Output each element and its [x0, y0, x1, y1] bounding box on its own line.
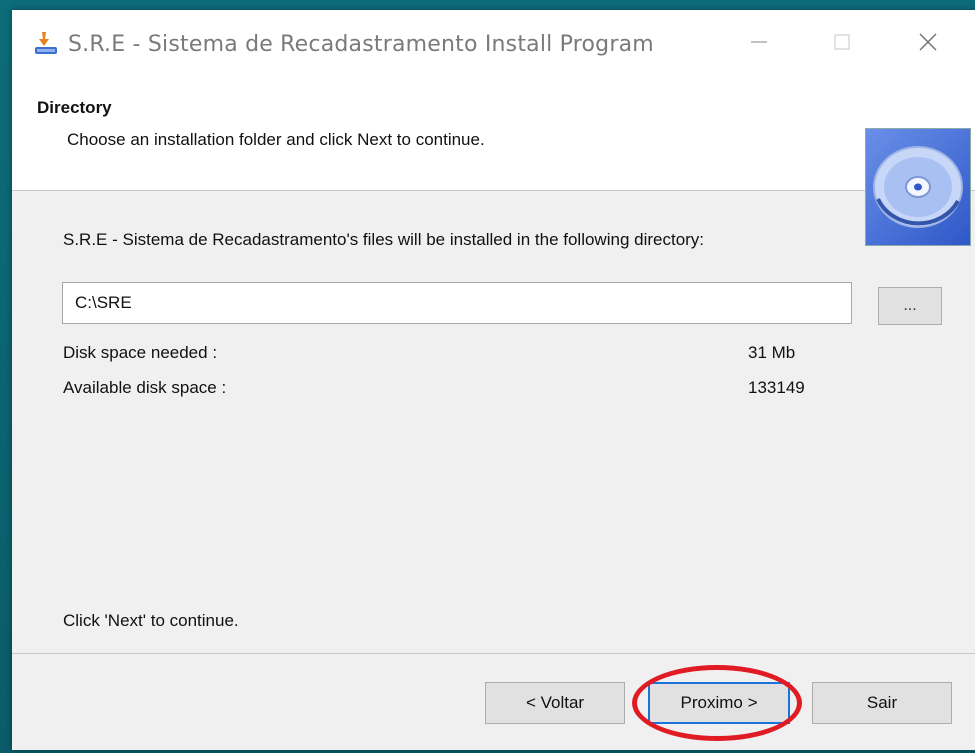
maximize-icon: [834, 34, 850, 50]
disk-needed-value: 31 Mb: [748, 343, 796, 362]
browse-button[interactable]: ...: [878, 287, 942, 325]
page-subtitle: Choose an installation folder and click …: [67, 130, 485, 149]
footer-divider: [12, 653, 975, 654]
minimize-icon: [751, 41, 767, 43]
footer-hint: Click 'Next' to continue.: [63, 611, 239, 630]
close-icon: [919, 33, 937, 51]
next-button[interactable]: Proximo >: [648, 682, 790, 724]
installer-app-icon: [35, 32, 57, 54]
disk-available-label: Available disk space :: [63, 378, 227, 397]
install-intro-text: S.R.E - Sistema de Recadastramento's fil…: [63, 230, 705, 249]
close-button[interactable]: [898, 20, 958, 64]
title-bar[interactable]: S.R.E - Sistema de Recadastramento Insta…: [12, 10, 975, 66]
window-title: S.R.E - Sistema de Recadastramento Insta…: [68, 32, 654, 57]
minimize-button[interactable]: [729, 20, 789, 64]
exit-button[interactable]: Sair: [812, 682, 952, 724]
disk-needed-label: Disk space needed :: [63, 343, 218, 362]
installer-window: S.R.E - Sistema de Recadastramento Insta…: [12, 10, 975, 750]
disk-available-value: 133149: [748, 378, 805, 397]
cd-disc-icon: [865, 128, 971, 246]
wizard-header: Directory Choose an installation folder …: [12, 66, 975, 246]
maximize-button: [812, 20, 872, 64]
page-title: Directory: [37, 98, 112, 117]
directory-input[interactable]: [62, 282, 852, 324]
back-button[interactable]: < Voltar: [485, 682, 625, 724]
